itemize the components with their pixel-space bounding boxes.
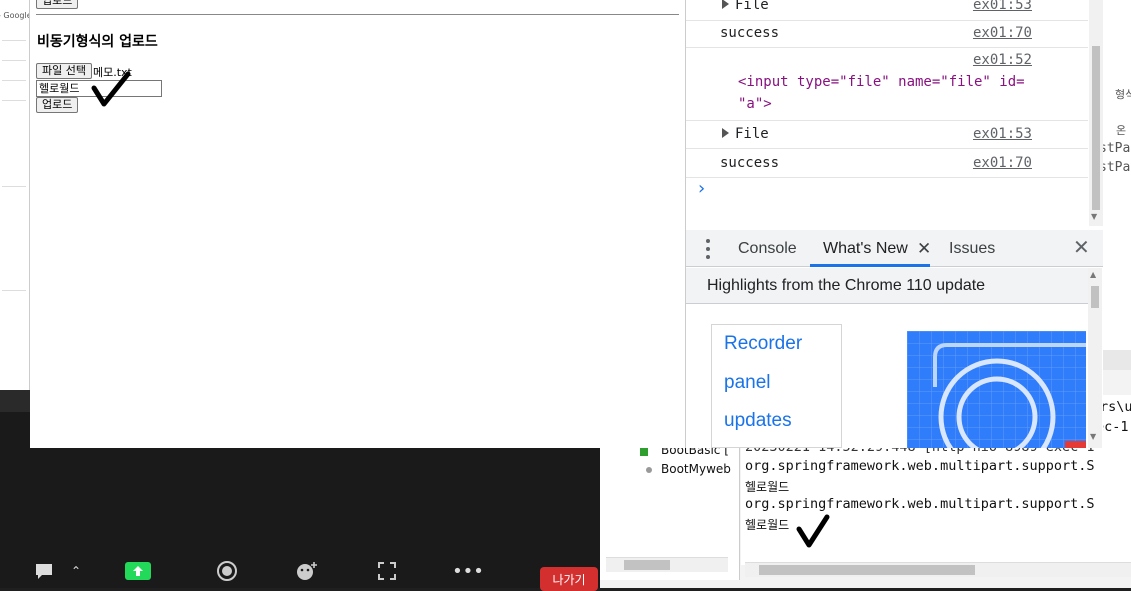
console-line: rs\u <box>1100 399 1131 415</box>
console-line: org.springframework.web.multipart.suppor… <box>745 496 1095 512</box>
chevron-up-icon[interactable]: ⌃ <box>58 560 94 582</box>
console-line: 헬로월드 <box>745 480 790 494</box>
tab-issues[interactable]: Issues <box>949 230 995 267</box>
bg-line <box>2 186 26 187</box>
tree-item[interactable]: BootMyweb <box>661 462 731 476</box>
scroll-up-icon[interactable]: ▲ <box>1090 270 1096 279</box>
console-line: 헬로월드 <box>745 518 790 532</box>
scroll-thumb[interactable] <box>1091 286 1099 308</box>
scroll-down-icon[interactable]: ▼ <box>1091 212 1097 221</box>
background-window-left: - Google 검 <box>0 0 30 390</box>
drawer-tabbar: Console What's New ✕ Issues ✕ <box>686 230 1103 267</box>
editor-text: 형식 <box>1115 88 1131 101</box>
recorder-card[interactable]: Recorder panel updates <box>711 324 842 448</box>
source-link[interactable]: ex01:53 <box>973 0 1032 13</box>
leave-button[interactable]: 나가기 <box>540 567 598 591</box>
scroll-thumb[interactable] <box>1092 46 1100 210</box>
html-element-line: "a"> <box>738 96 772 112</box>
console-vscrollbar[interactable]: ▼ <box>1089 0 1103 226</box>
scroll-thumb[interactable] <box>624 560 670 570</box>
page-heading: 비동기형식의 업로드 <box>37 34 158 50</box>
tree-hscrollbar[interactable] <box>606 557 728 572</box>
expand-triangle-icon[interactable] <box>722 0 729 9</box>
source-link[interactable]: ex01:53 <box>973 126 1032 142</box>
tab-console[interactable]: Console <box>738 230 797 267</box>
console-row: success ex01:70 <box>686 148 1088 178</box>
scroll-down-icon[interactable]: ▼ <box>1090 432 1096 441</box>
tab-close-icon[interactable]: ✕ <box>917 230 931 267</box>
card-line: Recorder <box>724 333 803 354</box>
checkmark-annotation <box>796 514 830 548</box>
background-code-editor: 형식 온 stPa stPa <box>1103 0 1131 370</box>
browser-page: 업로드 비동기형식의 업로드 파일 선택 메모.txt 헬로월드 업로드 <box>30 0 686 448</box>
server-tree: BootBasic [ BootMyweb <box>600 440 740 580</box>
source-link[interactable]: ex01:70 <box>973 25 1032 41</box>
horizontal-rule <box>36 14 679 15</box>
active-tab-indicator <box>810 264 930 267</box>
highlights-title: Highlights from the Chrome 110 update <box>686 268 1088 304</box>
card-line: panel <box>724 372 771 393</box>
top-upload-button[interactable]: 업로드 <box>36 0 79 9</box>
record-icon[interactable] <box>207 560 247 582</box>
console-line: org.springframework.web.multipart.suppor… <box>745 458 1095 474</box>
console-row[interactable]: File ex01:53 <box>686 0 1088 21</box>
console-prompt[interactable]: › <box>698 178 705 199</box>
bg-line <box>2 80 26 81</box>
source-link[interactable]: ex01:70 <box>973 155 1032 171</box>
recorder-illustration <box>907 331 1086 448</box>
console-row[interactable]: File ex01:53 <box>686 120 1088 149</box>
log-text: success <box>720 155 780 171</box>
console-row[interactable]: ex01:52 <input type="file" name="file" i… <box>686 47 1088 121</box>
checkmark-annotation <box>91 71 131 107</box>
editor-text: stPa <box>1103 141 1131 156</box>
editor-text: stPa <box>1103 160 1131 175</box>
bg-line <box>2 60 26 61</box>
more-icon[interactable]: ••• <box>448 560 488 582</box>
google-tab-text: - Google 검 <box>0 11 30 20</box>
log-text: success <box>720 25 780 41</box>
drawer-close-icon[interactable]: ✕ <box>1073 230 1090 267</box>
card-line: updates <box>724 410 792 431</box>
editor-bar <box>1103 350 1131 370</box>
editor-text: 온 <box>1116 124 1127 137</box>
log-text: File <box>735 126 769 142</box>
server-stopped-icon <box>646 467 652 473</box>
html-element-line: <input type="file" name="file" id= <box>738 74 1025 90</box>
reactions-icon[interactable] <box>287 560 327 582</box>
console-row: success ex01:70 <box>686 20 1088 48</box>
kebab-menu-icon[interactable] <box>706 239 710 259</box>
devtools-console: File ex01:53 success ex01:70 ex01:52 <in… <box>686 0 1103 230</box>
drawer-vscrollbar[interactable]: ▲ ▼ <box>1088 268 1102 448</box>
tab-whats-new[interactable]: What's New <box>823 230 908 267</box>
bg-line <box>2 40 26 41</box>
console-hscrollbar[interactable] <box>745 562 1131 577</box>
apps-icon[interactable] <box>367 560 407 582</box>
file-select-button[interactable]: 파일 선택 <box>36 63 92 79</box>
share-screen-icon[interactable] <box>118 560 158 582</box>
expand-triangle-icon[interactable] <box>722 128 729 138</box>
upload-button[interactable]: 업로드 <box>36 97 79 113</box>
bg-line <box>2 100 26 101</box>
scroll-thumb[interactable] <box>759 565 975 575</box>
bg-line <box>2 290 26 291</box>
zoom-strip <box>0 390 30 412</box>
log-text: File <box>735 0 769 13</box>
source-link[interactable]: ex01:52 <box>973 52 1032 68</box>
